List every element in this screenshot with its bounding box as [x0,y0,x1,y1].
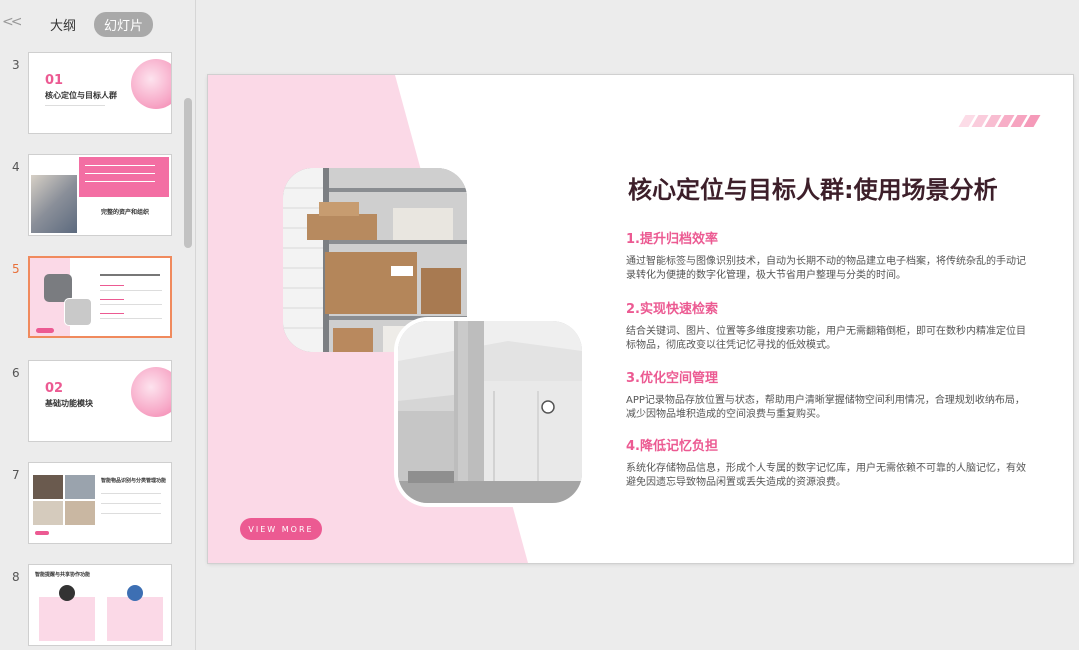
thumbnail-row: 4 完整的资产和组织 [0,154,180,236]
slide-thumbnail-5-selected[interactable] [28,256,172,338]
thumbnail-card [39,597,95,641]
thumbnail-title: 智能提醒与共享协作功能 [35,572,91,578]
thumbnail-circle-image [59,585,75,601]
thumbnail-pill [36,328,54,333]
tab-slides[interactable]: 幻灯片 [94,12,154,37]
thumbnail-text-line [100,299,124,300]
section-body: APP记录物品存放位置与状态，帮助用户清晰掌握储物空间利用情况，合理规划收纳布局… [626,395,1025,420]
thumbnail-text-line [100,304,162,305]
view-tabs: 大纲 幻灯片 [40,12,154,37]
thumbnail-image [31,175,77,233]
thumbnail-row: 6 02 基础功能模块 [0,360,180,442]
thumbnail-image [33,501,63,525]
thumbnail-text-line [85,181,155,182]
slide-canvas[interactable]: VIEW MORE 核心定位与目标人群:使用场景分析 1.提升归档效率 通过智能… [208,75,1073,563]
section-body: 系统化存储物品信息，形成个人专属的数字记忆库，用户无需依赖不可靠的人脑记忆，有效… [626,463,1026,488]
thumbnail-text-line [101,503,161,504]
panel-scrollbar[interactable] [182,54,194,650]
thumbnail-section-number: 02 [45,381,64,396]
section-heading: 4.降低记忆负担 [626,439,718,454]
slide-thumbnail-7[interactable]: 智能物品识别与分类管理功能 [28,462,172,544]
thumbnail-section-number: 01 [45,73,64,88]
pink-blob-decoration [131,59,171,109]
thumbnail-text-line [100,318,162,319]
thumbnail-text-line [45,105,105,106]
thumbnail-image [65,475,95,499]
slide-thumbnail-4[interactable]: 完整的资产和组织 [28,154,172,236]
thumbnail-number: 5 [12,262,20,276]
thumbnail-text-line [85,173,155,174]
thumbnail-text-line [100,274,160,276]
panel-scrollbar-thumb[interactable] [184,98,192,248]
section-4: 4.降低记忆负担 系统化存储物品信息，形成个人专属的数字记忆库，用户无需依赖不可… [626,435,1026,490]
section-3: 3.优化空间管理 APP记录物品存放位置与状态，帮助用户清晰掌握储物空间利用情况… [626,367,1026,422]
thumbnail-circle-image [127,585,143,601]
thumbnail-title: 核心定位与目标人群 [45,91,117,100]
thumbnail-text-line [101,493,161,494]
slide-thumbnail-3[interactable]: 01 核心定位与目标人群 [28,52,172,134]
section-heading: 3.优化空间管理 [626,371,718,386]
closet-cabinet-photo[interactable] [398,321,582,503]
thumbnail-text-line [101,513,161,514]
thumbnail-text-line [85,165,155,166]
thumbnail-card [107,597,163,641]
slide-thumbnail-8[interactable]: 智能提醒与共享协作功能 [28,564,172,646]
tab-outline[interactable]: 大纲 [40,12,86,37]
section-body: 结合关键词、图片、位置等多维度搜索功能，用户无需翻箱倒柜，即可在数秒内精准定位目… [626,326,1026,351]
section-heading: 1.提升归档效率 [626,232,718,247]
thumbnail-pink-block [79,157,169,197]
thumbnail-text-line [100,285,124,286]
thumbnail-image [65,501,95,525]
thumbnail-image [33,475,63,499]
thumbnail-number: 3 [12,58,20,72]
view-more-button[interactable]: VIEW MORE [240,518,322,540]
collapse-panel-icon[interactable]: << [2,14,23,30]
section-1: 1.提升归档效率 通过智能标签与图像识别技术，自动为长期不动的物品建立电子档案，… [626,228,1026,283]
thumbnail-row: 3 01 核心定位与目标人群 [0,52,180,134]
section-2: 2.实现快速检索 结合关键词、图片、位置等多维度搜索功能，用户无需翻箱倒柜，即可… [626,298,1026,353]
pink-blob-decoration [131,367,171,417]
thumbnail-title: 智能物品识别与分类管理功能 [101,478,167,484]
thumbnail-number: 7 [12,468,20,482]
thumbnail-number: 6 [12,366,20,380]
thumbnail-title: 完整的资产和组织 [101,209,150,216]
thumbnail-row: 8 智能提醒与共享协作功能 [0,564,180,646]
thumbnail-row: 5 [0,256,180,338]
slide-title: 核心定位与目标人群:使用场景分析 [628,176,998,204]
thumbnail-title: 基础功能模块 [45,399,93,408]
stripe-decoration [958,115,1041,127]
thumbnail-number: 4 [12,160,20,174]
thumbnail-pill [35,531,49,535]
thumbnail-row: 7 智能物品识别与分类管理功能 [0,462,180,544]
thumbnail-image [64,298,92,326]
section-heading: 2.实现快速检索 [626,302,718,317]
thumbnail-text-line [100,290,162,291]
slide-thumbnail-6[interactable]: 02 基础功能模块 [28,360,172,442]
thumbnail-text-line [100,313,124,314]
section-body: 通过智能标签与图像识别技术，自动为长期不动的物品建立电子档案，将传统杂乱的手动记… [626,256,1026,281]
slides-panel: << 大纲 幻灯片 3 01 核心定位与目标人群 4 完整的资产和组织 5 6 … [0,0,196,650]
thumbnail-number: 8 [12,570,20,584]
